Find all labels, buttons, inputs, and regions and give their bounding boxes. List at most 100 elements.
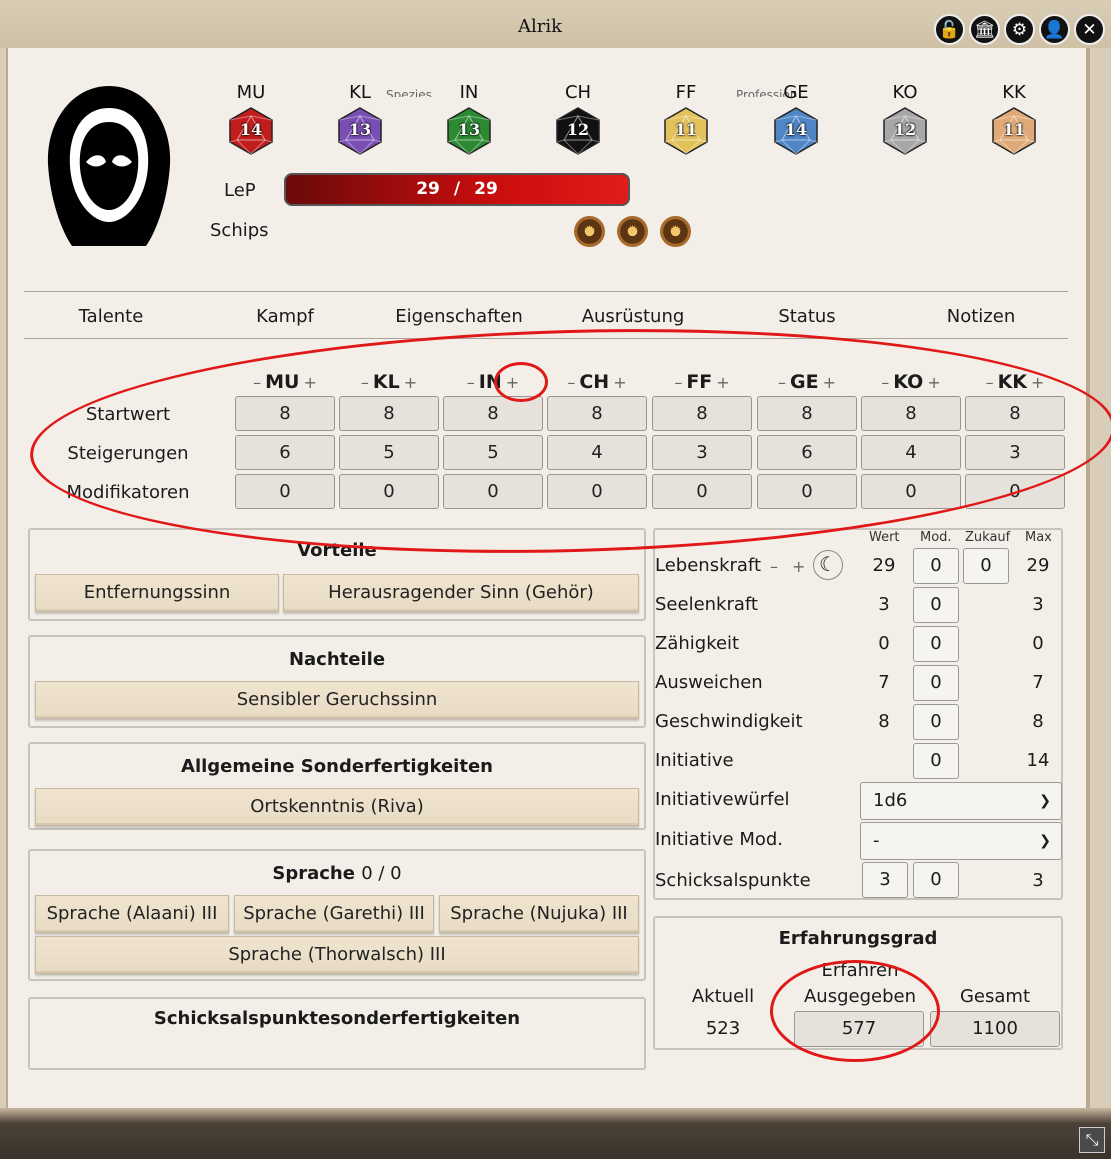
seelenkraft-mod[interactable]: 0	[913, 587, 959, 623]
d20-die-icon[interactable]: 13	[444, 106, 494, 156]
schicksalspunkte-mod[interactable]: 0	[913, 862, 959, 898]
decrease-button[interactable]: –	[467, 373, 475, 392]
grid-cell-steigerungen-in[interactable]: 5	[443, 435, 543, 470]
library-icon[interactable]: 🏛	[969, 14, 1000, 45]
avatar[interactable]	[42, 82, 176, 248]
decrease-button[interactable]: –	[674, 373, 682, 392]
tab-kampf[interactable]: Kampf	[198, 306, 372, 327]
grid-cell-modifikatoren-ge[interactable]: 0	[757, 474, 857, 509]
ausweichen-mod[interactable]: 0	[913, 665, 959, 701]
lebenskraft-wert: 29	[872, 555, 896, 576]
decrease-button[interactable]: –	[986, 373, 994, 392]
initiative-mod-select[interactable]: - ❯	[860, 822, 1062, 860]
grid-cell-startwert-ch[interactable]: 8	[547, 396, 647, 431]
tab-eigenschaften[interactable]: Eigenschaften	[372, 306, 546, 327]
grid-cell-modifikatoren-kk[interactable]: 0	[965, 474, 1065, 509]
close-icon[interactable]: ✕	[1074, 14, 1105, 45]
sprache-item[interactable]: Sprache (Alaani) III	[35, 895, 229, 933]
initiativewuerfel-select[interactable]: 1d6 ❯	[860, 782, 1062, 820]
d20-die-icon[interactable]: 12	[553, 106, 603, 156]
grid-cell-steigerungen-ch[interactable]: 4	[547, 435, 647, 470]
decrease-button[interactable]: –	[778, 373, 786, 392]
lock-icon[interactable]: 🔓	[934, 14, 965, 45]
grid-cell-steigerungen-ko[interactable]: 4	[861, 435, 961, 470]
grid-cell-steigerungen-ff[interactable]: 3	[652, 435, 752, 470]
schip-token-icon[interactable]: ✹	[617, 216, 648, 247]
lebenskraft-decrease-button[interactable]: –	[770, 557, 778, 576]
attribute-ko[interactable]: KO 12	[875, 82, 935, 156]
schicksalspunkte-wert[interactable]: 3	[862, 862, 908, 898]
moon-rest-icon[interactable]: ☾	[813, 550, 843, 580]
nachteil-item[interactable]: Sensibler Geruchssinn	[35, 681, 639, 719]
grid-cell-modifikatoren-kl[interactable]: 0	[339, 474, 439, 509]
tab-notizen[interactable]: Notizen	[894, 306, 1068, 327]
initiative-mod[interactable]: 0	[913, 743, 959, 779]
decrease-button[interactable]: –	[881, 373, 889, 392]
lebenskraft-increase-button[interactable]: +	[792, 557, 805, 576]
sprache-item[interactable]: Sprache (Thorwalsch) III	[35, 936, 639, 974]
attribute-kl[interactable]: KL 13	[330, 82, 390, 156]
attribute-ge[interactable]: GE 14	[766, 82, 826, 156]
grid-cell-steigerungen-ge[interactable]: 6	[757, 435, 857, 470]
decrease-button[interactable]: –	[361, 373, 369, 392]
grid-cell-modifikatoren-ch[interactable]: 0	[547, 474, 647, 509]
attribute-kk[interactable]: KK 11	[984, 82, 1044, 156]
grid-cell-modifikatoren-ff[interactable]: 0	[652, 474, 752, 509]
decrease-button[interactable]: –	[253, 373, 261, 392]
d20-die-icon[interactable]: 14	[226, 106, 276, 156]
sprache-item[interactable]: Sprache (Garethi) III	[234, 895, 434, 933]
ausgegeben-value[interactable]: 577	[794, 1011, 924, 1047]
grid-cell-startwert-ff[interactable]: 8	[652, 396, 752, 431]
user-icon[interactable]: 👤	[1039, 14, 1070, 45]
increase-button[interactable]: +	[927, 373, 940, 392]
grid-cell-steigerungen-kk[interactable]: 3	[965, 435, 1065, 470]
schip-token-icon[interactable]: ✹	[574, 216, 605, 247]
increase-button[interactable]: +	[613, 373, 626, 392]
vorteil-item[interactable]: Herausragender Sinn (Gehör)	[283, 574, 639, 612]
title-bar[interactable]: Alrik 🔓 🏛 ⚙ 👤 ✕	[0, 0, 1111, 48]
tab-talente[interactable]: Talente	[24, 306, 198, 327]
grid-cell-startwert-in[interactable]: 8	[443, 396, 543, 431]
grid-cell-modifikatoren-mu[interactable]: 0	[235, 474, 335, 509]
zaehigkeit-mod[interactable]: 0	[913, 626, 959, 662]
increase-button[interactable]: +	[506, 373, 519, 392]
grid-cell-startwert-kl[interactable]: 8	[339, 396, 439, 431]
resize-icon[interactable]: ⤡	[1079, 1127, 1105, 1153]
increase-button[interactable]: +	[303, 373, 316, 392]
d20-die-icon[interactable]: 14	[771, 106, 821, 156]
geschwindigkeit-mod[interactable]: 0	[913, 704, 959, 740]
gesamt-value[interactable]: 1100	[930, 1011, 1060, 1047]
schip-token-icon[interactable]: ✹	[660, 216, 691, 247]
schips-tokens[interactable]: ✹ ✹ ✹	[574, 216, 691, 247]
grid-cell-modifikatoren-ko[interactable]: 0	[861, 474, 961, 509]
increase-button[interactable]: +	[404, 373, 417, 392]
d20-die-icon[interactable]: 12	[880, 106, 930, 156]
lebenskraft-zukauf[interactable]: 0	[963, 548, 1009, 584]
attribute-ch[interactable]: CH 12	[548, 82, 608, 156]
grid-cell-modifikatoren-in[interactable]: 0	[443, 474, 543, 509]
sonderfertigkeit-item[interactable]: Ortskenntnis (Riva)	[35, 788, 639, 826]
grid-cell-steigerungen-mu[interactable]: 6	[235, 435, 335, 470]
grid-cell-startwert-ko[interactable]: 8	[861, 396, 961, 431]
d20-die-icon[interactable]: 13	[335, 106, 385, 156]
grid-cell-steigerungen-kl[interactable]: 5	[339, 435, 439, 470]
lep-bar[interactable]: 29 / 29	[284, 173, 630, 206]
grid-cell-startwert-mu[interactable]: 8	[235, 396, 335, 431]
increase-button[interactable]: +	[1031, 373, 1044, 392]
attribute-mu[interactable]: MU 14	[221, 82, 281, 156]
sprache-item[interactable]: Sprache (Nujuka) III	[439, 895, 639, 933]
tab-status[interactable]: Status	[720, 306, 894, 327]
gear-icon[interactable]: ⚙	[1004, 14, 1035, 45]
lebenskraft-mod[interactable]: 0	[913, 548, 959, 584]
d20-die-icon[interactable]: 11	[989, 106, 1039, 156]
d20-die-icon[interactable]: 11	[661, 106, 711, 156]
grid-cell-startwert-kk[interactable]: 8	[965, 396, 1065, 431]
decrease-button[interactable]: –	[567, 373, 575, 392]
increase-button[interactable]: +	[716, 373, 729, 392]
attribute-in[interactable]: IN 13	[439, 82, 499, 156]
tab-ausruestung[interactable]: Ausrüstung	[546, 306, 720, 327]
attribute-ff[interactable]: FF 11	[656, 82, 716, 156]
vorteil-item[interactable]: Entfernungssinn	[35, 574, 279, 612]
increase-button[interactable]: +	[823, 373, 836, 392]
grid-cell-startwert-ge[interactable]: 8	[757, 396, 857, 431]
